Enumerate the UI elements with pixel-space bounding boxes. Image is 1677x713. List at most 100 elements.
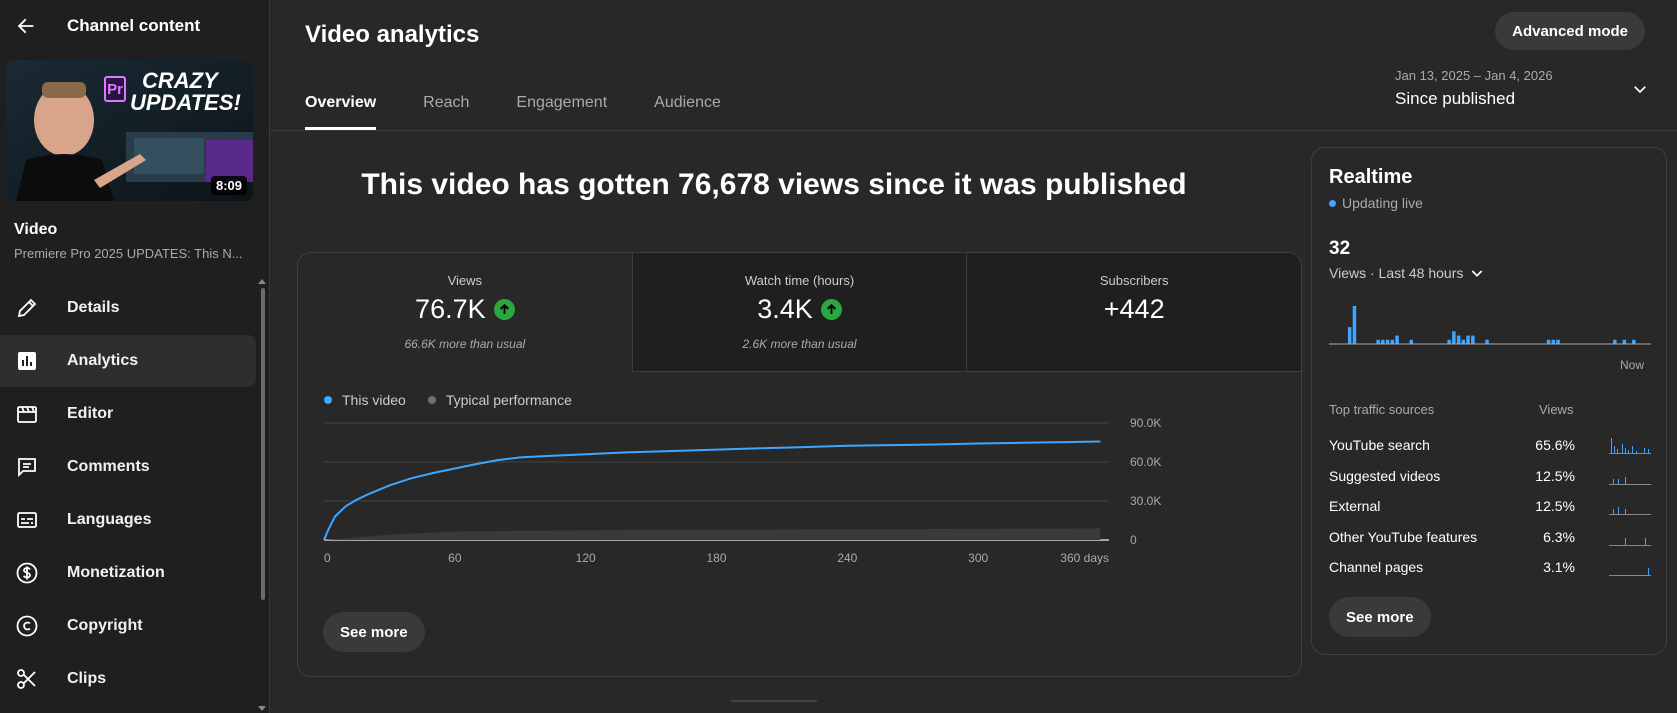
realtime-bar bbox=[1452, 331, 1456, 344]
tab-reach[interactable]: Reach bbox=[423, 88, 469, 130]
see-more-button[interactable]: See more bbox=[323, 612, 425, 652]
advanced-mode-button[interactable]: Advanced mode bbox=[1495, 12, 1645, 50]
sidebar-item-details[interactable]: Details bbox=[0, 282, 256, 334]
traffic-source-pct: 65.6% bbox=[1535, 437, 1575, 454]
dollar-icon bbox=[14, 560, 40, 586]
pencil-icon bbox=[14, 295, 40, 321]
sidebar-item-editor[interactable]: Editor bbox=[0, 388, 256, 440]
bottom-divider bbox=[731, 700, 817, 702]
tab-bar: Overview Reach Engagement Audience bbox=[305, 88, 768, 130]
channel-content-link[interactable]: Channel content bbox=[67, 16, 200, 36]
sidebar-scrollbar[interactable] bbox=[261, 288, 265, 600]
sidebar-item-label: Comments bbox=[67, 458, 150, 475]
traffic-source-row[interactable]: YouTube search 65.6% bbox=[1329, 430, 1651, 461]
traffic-sources-title: Top traffic sources bbox=[1329, 402, 1435, 417]
traffic-sources-header: Top traffic sources Views bbox=[1329, 402, 1651, 417]
metric-note: 2.6K more than usual bbox=[742, 337, 857, 351]
comment-icon bbox=[14, 454, 40, 480]
traffic-source-name: External bbox=[1329, 498, 1381, 515]
sidebar-item-analytics[interactable]: Analytics bbox=[0, 335, 256, 387]
y-tick-label: 60.0K bbox=[1130, 455, 1161, 469]
realtime-views-count: 32 bbox=[1329, 238, 1351, 259]
realtime-period-dropdown[interactable]: Views · Last 48 hours bbox=[1329, 265, 1485, 281]
main-content: Video analytics Advanced mode Overview R… bbox=[271, 0, 1677, 713]
metric-views[interactable]: Views 76.7K 66.6K more than usual bbox=[298, 253, 632, 372]
scroll-down-arrow-icon[interactable] bbox=[258, 706, 266, 711]
realtime-bar bbox=[1551, 339, 1556, 344]
realtime-card: Realtime Updating live 32 Views · Last 4… bbox=[1311, 147, 1667, 655]
x-tick-label: 360 days bbox=[1060, 551, 1109, 565]
app-root: Channel content Pr CRAZY UPDATES! 8:09 V… bbox=[0, 0, 1677, 713]
metric-label: Watch time (hours) bbox=[744, 273, 855, 288]
x-tick-label: 60 bbox=[448, 551, 462, 565]
realtime-now-label: Now bbox=[1619, 358, 1644, 372]
tab-audience[interactable]: Audience bbox=[654, 88, 721, 130]
metric-watch-time[interactable]: Watch time (hours) 3.4K 2.6K more than u… bbox=[631, 253, 967, 372]
sidebar-item-monetization[interactable]: Monetization bbox=[0, 547, 256, 599]
tab-engagement[interactable]: Engagement bbox=[516, 88, 607, 130]
typical-performance-area bbox=[324, 528, 1101, 540]
traffic-source-pct: 12.5% bbox=[1535, 467, 1575, 484]
live-dot-icon bbox=[1329, 199, 1336, 207]
realtime-bar bbox=[1466, 335, 1470, 344]
traffic-sparkline bbox=[1609, 568, 1651, 576]
video-duration: 8:09 bbox=[210, 176, 247, 195]
date-range-label: Since published bbox=[1395, 89, 1516, 108]
traffic-source-pct: 6.3% bbox=[1543, 528, 1575, 545]
traffic-sparkline bbox=[1609, 537, 1651, 546]
sidebar-item-label: Editor bbox=[67, 405, 114, 422]
sidebar-item-comments[interactable]: Comments bbox=[0, 441, 256, 493]
realtime-bar bbox=[1546, 339, 1551, 344]
chevron-down-icon bbox=[1631, 80, 1649, 103]
traffic-sparkline bbox=[1609, 476, 1651, 485]
sidebar-item-label: Analytics bbox=[67, 352, 139, 369]
sidebar-item-label: Copyright bbox=[67, 617, 143, 634]
tabs-divider bbox=[271, 130, 1677, 131]
traffic-source-pct: 3.1% bbox=[1543, 559, 1575, 576]
realtime-bar bbox=[1409, 339, 1413, 344]
realtime-see-more-button[interactable]: See more bbox=[1329, 597, 1431, 637]
y-tick-label: 0 bbox=[1130, 533, 1137, 547]
views-headline: This video has gotten 76,678 views since… bbox=[361, 168, 1187, 201]
sidebar-item-label: Monetization bbox=[67, 564, 165, 581]
metric-note: 66.6K more than usual bbox=[404, 337, 526, 351]
realtime-bar bbox=[1632, 339, 1636, 344]
sidebar-item-clips[interactable]: Clips bbox=[0, 653, 256, 705]
traffic-source-name: YouTube search bbox=[1329, 437, 1430, 454]
video-label: Video bbox=[14, 221, 58, 238]
tab-overview[interactable]: Overview bbox=[305, 88, 377, 130]
realtime-bar bbox=[1471, 335, 1475, 344]
video-title: Premiere Pro 2025 UPDATES: This N... bbox=[14, 246, 243, 261]
traffic-source-name: Other YouTube features bbox=[1329, 528, 1478, 545]
traffic-source-row[interactable]: Channel pages 3.1% bbox=[1329, 552, 1651, 583]
video-thumbnail[interactable]: Pr CRAZY UPDATES! 8:09 bbox=[6, 60, 253, 201]
x-tick-label: 120 bbox=[576, 551, 596, 565]
realtime-live-status: Updating live bbox=[1329, 195, 1423, 211]
metric-value: 76.7K bbox=[415, 294, 486, 324]
realtime-title: Realtime bbox=[1329, 166, 1413, 188]
realtime-bar bbox=[1381, 339, 1385, 344]
traffic-source-row[interactable]: External 12.5% bbox=[1329, 491, 1651, 522]
thumbnail-text-1: CRAZY bbox=[142, 68, 218, 93]
date-range-picker[interactable]: Jan 13, 2025 – Jan 4, 2026 Since publish… bbox=[1395, 68, 1657, 114]
metric-subscribers[interactable]: Subscribers +442 bbox=[966, 253, 1301, 372]
subtitles-icon bbox=[14, 507, 40, 533]
date-range-text: Jan 13, 2025 – Jan 4, 2026 bbox=[1395, 68, 1553, 83]
sidebar-item-copyright[interactable]: Copyright bbox=[0, 600, 256, 652]
realtime-bar bbox=[1556, 339, 1560, 344]
live-label: Updating live bbox=[1342, 195, 1423, 211]
metric-label: Subscribers bbox=[1099, 273, 1169, 288]
trend-up-icon bbox=[493, 299, 515, 320]
chevron-down-icon bbox=[1469, 265, 1485, 281]
realtime-bar-chart[interactable] bbox=[1329, 298, 1651, 348]
x-tick-label: 240 bbox=[837, 551, 857, 565]
traffic-source-row[interactable]: Other YouTube features 6.3% bbox=[1329, 522, 1651, 553]
realtime-bar bbox=[1347, 327, 1352, 344]
views-line-chart[interactable]: 90.0K 60.0K 30.0K 0 0 60 120 180 240 300 360 days bbox=[298, 403, 1302, 603]
x-tick-label: 300 bbox=[968, 551, 988, 565]
sidebar-item-languages[interactable]: Languages bbox=[0, 494, 256, 546]
traffic-source-row[interactable]: Suggested videos 12.5% bbox=[1329, 461, 1651, 492]
scroll-up-arrow-icon[interactable] bbox=[258, 279, 266, 284]
metric-value: 3.4K bbox=[757, 294, 813, 324]
back-arrow-icon[interactable] bbox=[0, 0, 52, 52]
